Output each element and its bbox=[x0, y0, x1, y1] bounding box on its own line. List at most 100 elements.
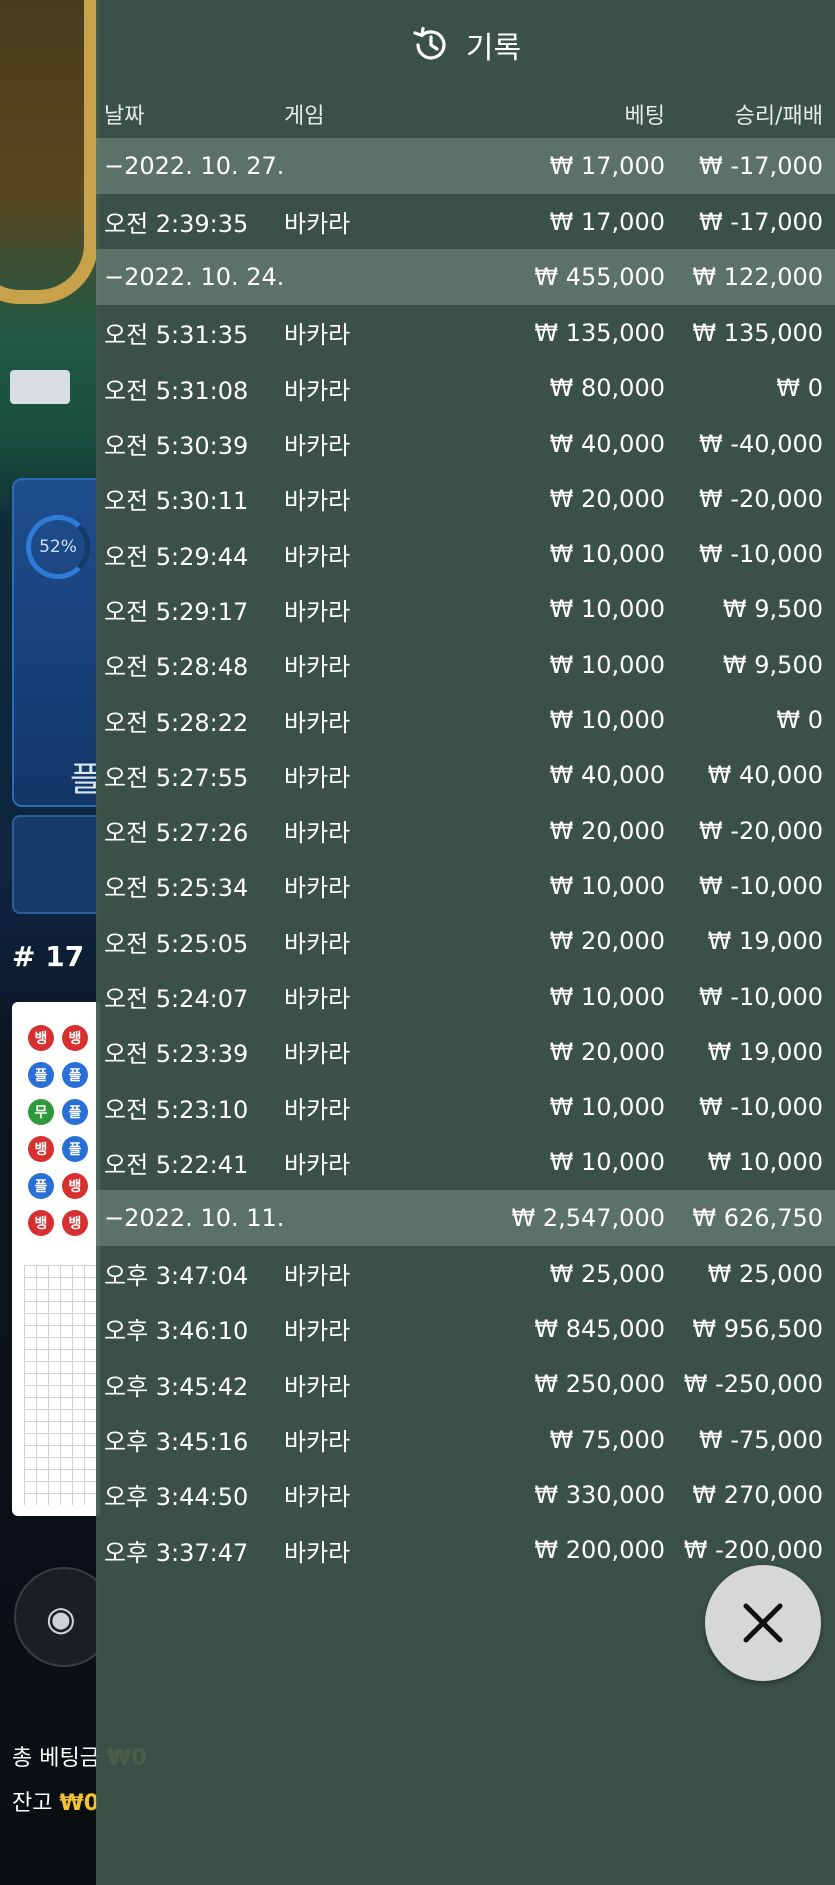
row-bet: ₩ 75,000 bbox=[549, 1425, 665, 1454]
row-bet: ₩ 40,000 bbox=[549, 761, 665, 790]
bead-5-0: 뱅 bbox=[28, 1210, 54, 1236]
row-win-loss: ₩ -20,000 bbox=[699, 484, 823, 513]
history-row[interactable]: 오전 5:27:26 바카라 ₩ 20,000 ₩ -20,000 bbox=[96, 803, 835, 858]
row-bet: ₩ 200,000 bbox=[534, 1536, 665, 1565]
table-ornament bbox=[0, 0, 98, 304]
history-row[interactable]: 오전 5:29:17 바카라 ₩ 10,000 ₩ 9,500 bbox=[96, 582, 835, 637]
row-bet: ₩ 845,000 bbox=[534, 1314, 665, 1343]
row-time: 오전 5:29:17 bbox=[104, 597, 249, 626]
date-group-row[interactable]: −2022. 10. 24. ₩ 455,000 ₩ 122,000 bbox=[96, 249, 835, 306]
group-bet-total: ₩ 455,000 bbox=[534, 263, 665, 292]
row-time: 오후 3:47:04 bbox=[104, 1262, 249, 1291]
row-win-loss: ₩ 135,000 bbox=[692, 318, 823, 347]
row-bet: ₩ 10,000 bbox=[549, 540, 665, 569]
history-row[interactable]: 오전 5:24:07 바카라 ₩ 10,000 ₩ -10,000 bbox=[96, 969, 835, 1024]
row-win-loss: ₩ -75,000 bbox=[699, 1425, 823, 1454]
row-bet: ₩ 20,000 bbox=[549, 816, 665, 845]
row-win-loss: ₩ -20,000 bbox=[699, 816, 823, 845]
bead-4-1: 뱅 bbox=[62, 1173, 88, 1199]
row-win-loss: ₩ 270,000 bbox=[692, 1480, 823, 1509]
history-row[interactable]: 오후 3:37:47 바카라 ₩ 200,000 ₩ -200,000 bbox=[96, 1523, 835, 1578]
history-row[interactable]: 오전 5:22:41 바카라 ₩ 10,000 ₩ 10,000 bbox=[96, 1135, 835, 1190]
history-row[interactable]: 오전 5:25:05 바카라 ₩ 20,000 ₩ 19,000 bbox=[96, 914, 835, 969]
row-win-loss: ₩ -10,000 bbox=[699, 871, 823, 900]
column-win-loss: 승리/패배 bbox=[734, 104, 823, 129]
row-win-loss: ₩ -10,000 bbox=[699, 540, 823, 569]
group-bet-total: ₩ 17,000 bbox=[549, 152, 665, 180]
row-win-loss: ₩ 19,000 bbox=[707, 927, 823, 956]
secondary-bet-button[interactable] bbox=[12, 815, 100, 914]
row-bet: ₩ 10,000 bbox=[549, 650, 665, 679]
row-win-loss: ₩ -17,000 bbox=[699, 207, 823, 236]
row-time: 오전 5:31:35 bbox=[104, 321, 249, 350]
chip-selector-button[interactable]: ◉ bbox=[14, 1567, 100, 1667]
row-time: 오전 5:25:05 bbox=[104, 929, 249, 958]
history-row[interactable]: 오전 5:31:35 바카라 ₩ 135,000 ₩ 135,000 bbox=[96, 305, 835, 360]
row-bet: ₩ 10,000 bbox=[549, 982, 665, 1011]
row-game: 바카라 bbox=[284, 1317, 351, 1346]
row-bet: ₩ 20,000 bbox=[549, 1037, 665, 1066]
bead-3-0: 뱅 bbox=[28, 1136, 54, 1162]
history-row[interactable]: 오전 5:23:39 바카라 ₩ 20,000 ₩ 19,000 bbox=[96, 1024, 835, 1079]
row-game: 바카라 bbox=[284, 1372, 351, 1401]
row-time: 오전 5:23:39 bbox=[104, 1040, 249, 1069]
bead-0-0: 뱅 bbox=[28, 1025, 54, 1051]
row-game: 바카라 bbox=[284, 985, 351, 1013]
table-header: 날짜 게임 베팅 승리/패배 bbox=[96, 90, 835, 138]
row-game: 바카라 bbox=[284, 653, 351, 682]
balance-label: 잔고 bbox=[12, 1791, 53, 1816]
history-row[interactable]: 오전 5:29:44 바카라 ₩ 10,000 ₩ -10,000 bbox=[96, 526, 835, 581]
row-time: 오전 5:30:39 bbox=[104, 432, 249, 461]
row-game: 바카라 bbox=[284, 1483, 351, 1512]
row-game: 바카라 bbox=[284, 376, 351, 405]
bet-progress-ring: 52% bbox=[26, 515, 90, 579]
history-row[interactable]: 오전 5:30:11 바카라 ₩ 20,000 ₩ -20,000 bbox=[96, 471, 835, 526]
row-win-loss: ₩ 0 bbox=[776, 706, 823, 735]
row-time: 오후 3:45:42 bbox=[104, 1372, 249, 1401]
history-row[interactable]: 오전 5:30:39 바카라 ₩ 40,000 ₩ -40,000 bbox=[96, 416, 835, 471]
row-win-loss: ₩ 956,500 bbox=[692, 1314, 823, 1343]
close-icon bbox=[743, 1603, 783, 1643]
history-row[interactable]: 오전 5:25:34 바카라 ₩ 10,000 ₩ -10,000 bbox=[96, 858, 835, 913]
history-list[interactable]: −2022. 10. 27. ₩ 17,000 ₩ -17,000 오전 2:39:3… bbox=[96, 138, 835, 1578]
balance-line: 잔고 ₩0 bbox=[12, 1785, 99, 1817]
history-clock-icon bbox=[410, 24, 452, 66]
bead-4-0: 플 bbox=[28, 1173, 54, 1199]
row-time: 오후 3:44:50 bbox=[104, 1483, 249, 1512]
row-time: 오전 5:22:41 bbox=[104, 1150, 249, 1179]
history-row[interactable]: 오전 5:28:48 바카라 ₩ 10,000 ₩ 9,500 bbox=[96, 637, 835, 692]
history-row[interactable]: 오후 3:44:50 바카라 ₩ 330,000 ₩ 270,000 bbox=[96, 1467, 835, 1522]
history-row[interactable]: 오후 3:45:42 바카라 ₩ 250,000 ₩ -250,000 bbox=[96, 1357, 835, 1412]
history-row[interactable]: 오전 5:27:55 바카라 ₩ 40,000 ₩ 40,000 bbox=[96, 748, 835, 803]
row-bet: ₩ 10,000 bbox=[549, 871, 665, 900]
group-win-total: ₩ 626,750 bbox=[692, 1204, 823, 1233]
group-win-total: ₩ 122,000 bbox=[692, 263, 823, 292]
date-group-row[interactable]: −2022. 10. 11. ₩ 2,547,000 ₩ 626,750 bbox=[96, 1190, 835, 1247]
row-win-loss: ₩ 9,500 bbox=[722, 595, 823, 624]
history-row[interactable]: 오전 5:31:08 바카라 ₩ 80,000 ₩ 0 bbox=[96, 361, 835, 416]
bead-2-1: 플 bbox=[62, 1099, 88, 1125]
history-row[interactable]: 오전 2:39:35 바카라 ₩ 17,000 ₩ -17,000 bbox=[96, 194, 835, 249]
row-win-loss: ₩ -10,000 bbox=[699, 1093, 823, 1122]
row-bet: ₩ 10,000 bbox=[549, 706, 665, 735]
group-win-total: ₩ -17,000 bbox=[699, 152, 823, 180]
row-win-loss: ₩ 19,000 bbox=[707, 1037, 823, 1066]
history-row[interactable]: 오후 3:46:10 바카라 ₩ 845,000 ₩ 956,500 bbox=[96, 1301, 835, 1356]
row-game: 바카라 bbox=[284, 874, 351, 903]
row-game: 바카라 bbox=[284, 763, 351, 792]
bead-1-1: 플 bbox=[62, 1062, 88, 1088]
group-date: −2022. 10. 24. bbox=[104, 263, 285, 292]
bet-progress-value: 52% bbox=[39, 537, 77, 557]
row-game: 바카라 bbox=[284, 1095, 351, 1124]
history-row[interactable]: 오전 5:23:10 바카라 ₩ 10,000 ₩ -10,000 bbox=[96, 1079, 835, 1134]
history-row[interactable]: 오전 5:28:22 바카라 ₩ 10,000 ₩ 0 bbox=[96, 692, 835, 747]
row-game: 바카라 bbox=[284, 819, 351, 848]
history-row[interactable]: 오후 3:45:16 바카라 ₩ 75,000 ₩ -75,000 bbox=[96, 1412, 835, 1467]
close-button[interactable] bbox=[705, 1565, 821, 1681]
row-game: 바카라 bbox=[284, 321, 351, 350]
bead-3-1: 플 bbox=[62, 1136, 88, 1162]
row-win-loss: ₩ -250,000 bbox=[683, 1370, 823, 1399]
date-group-row[interactable]: −2022. 10. 27. ₩ 17,000 ₩ -17,000 bbox=[96, 138, 835, 194]
history-row[interactable]: 오후 3:47:04 바카라 ₩ 25,000 ₩ 25,000 bbox=[96, 1246, 835, 1301]
bead-0-1: 뱅 bbox=[62, 1025, 88, 1051]
